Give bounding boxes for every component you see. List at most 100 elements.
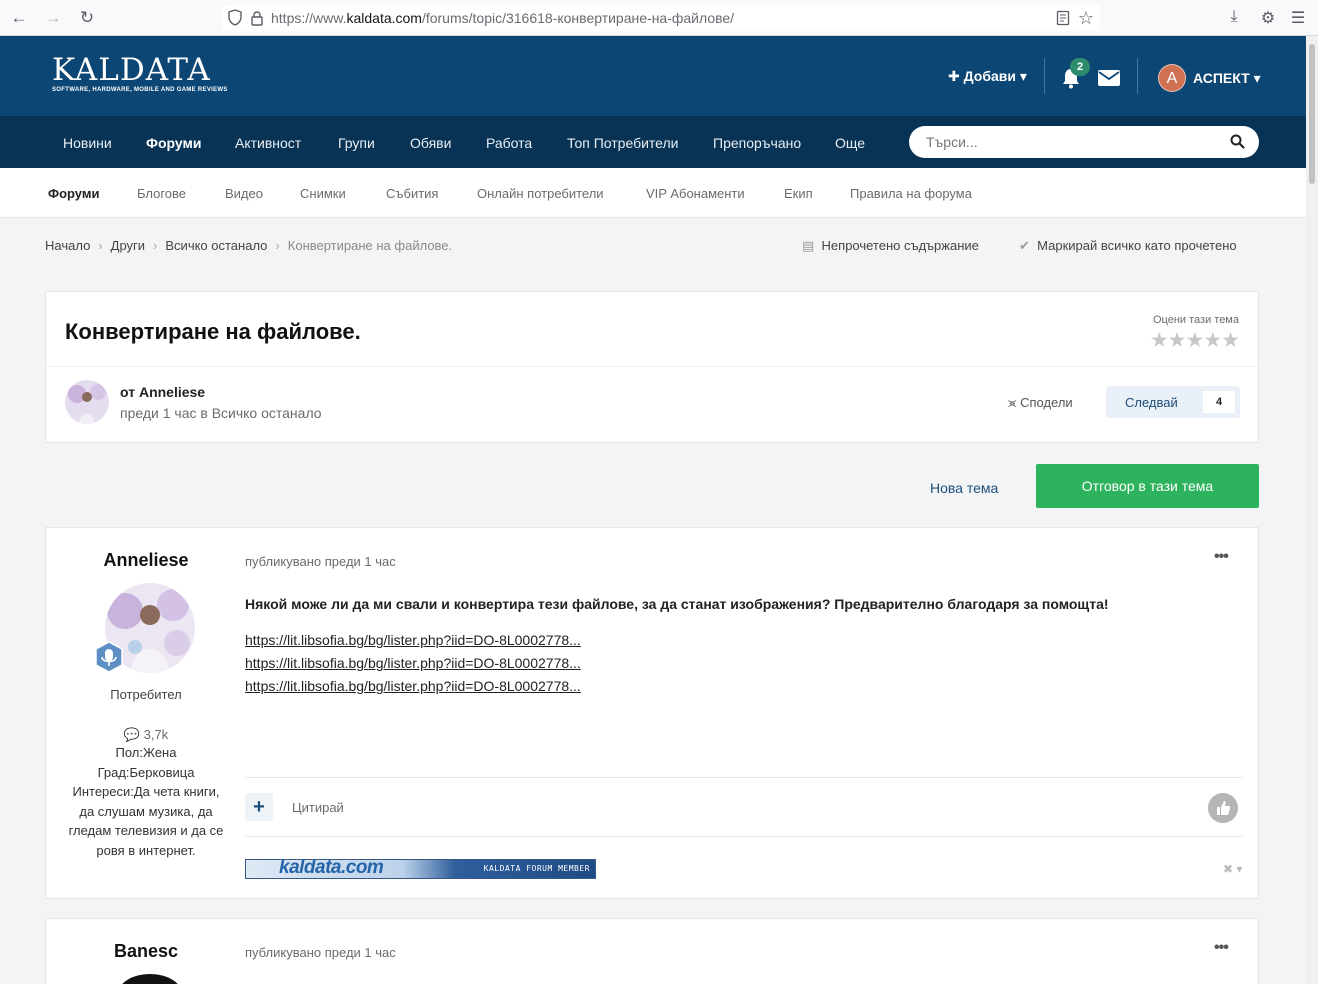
page-scrollbar[interactable] (1306, 36, 1318, 984)
menu-icon[interactable]: ☰ (1288, 8, 1308, 28)
search-input[interactable]: Търси... (926, 134, 978, 150)
post-link[interactable]: https://lit.libsofia.bg/bg/lister.php?ii… (245, 678, 581, 694)
nav-item-news[interactable]: Новини (63, 135, 112, 151)
breadcrumb-everything-else[interactable]: Всичко останало (165, 238, 267, 253)
nav-item-forums[interactable]: Форуми (146, 135, 201, 151)
divider (245, 777, 1243, 778)
nav-item-jobs[interactable]: Работа (486, 135, 532, 151)
breadcrumb-home[interactable]: Начало (45, 238, 90, 253)
mark-all-read-link[interactable]: ✔ Маркирай всичко като прочетено (1019, 238, 1237, 254)
reload-icon[interactable]: ↻ (77, 8, 97, 28)
breadcrumb-other[interactable]: Други (111, 238, 145, 253)
profile-field-city: Град:Берковица (97, 764, 195, 780)
rating-label: Оцени тази тема (1153, 314, 1239, 326)
share-button[interactable]: ⪤ Сподели (1008, 395, 1073, 411)
post-link[interactable]: https://lit.libsofia.bg/bg/lister.php?ii… (245, 632, 581, 648)
follow-label: Следвай (1125, 395, 1178, 410)
signature-close-icon[interactable]: ✖ ▾ (1223, 862, 1242, 876)
primary-nav: Новини Форуми Активност Групи Обяви Рабо… (0, 116, 1306, 168)
more-options-icon[interactable]: ••• (1214, 548, 1229, 566)
new-topic-button[interactable]: Нова тема (930, 480, 998, 496)
downloads-icon[interactable]: ⤓ (1224, 8, 1244, 28)
post-author[interactable]: Anneliese (46, 550, 246, 571)
subnav-item-photos[interactable]: Снимки (300, 186, 346, 201)
nav-item-ads[interactable]: Обяви (410, 135, 451, 151)
browser-toolbar: ← → ↻ https://www.kaldata.com/forums/top… (0, 0, 1318, 36)
logo-tagline: SOFTWARE, HARDWARE, MOBILE AND GAME REVI… (52, 87, 228, 93)
reader-view-icon[interactable] (1056, 10, 1070, 26)
search-icon[interactable] (1230, 134, 1245, 149)
more-options-icon[interactable]: ••• (1214, 939, 1229, 957)
extensions-icon[interactable]: ⚙ (1258, 8, 1278, 28)
thumbs-up-icon[interactable] (1208, 793, 1238, 823)
address-bar[interactable]: https://www.kaldata.com/forums/topic/316… (222, 5, 1100, 31)
nav-item-groups[interactable]: Групи (338, 135, 375, 151)
subnav-item-vip[interactable]: VIP Абонаменти (646, 186, 745, 201)
url-text[interactable]: https://www.kaldata.com/forums/topic/316… (271, 10, 734, 26)
forum-post: Banesc публикувано преди 1 час ••• (45, 918, 1259, 984)
page-title: Конвертиране на файлове. (65, 319, 361, 344)
topic-header-card: Конвертиране на файлове. Оцени тази тема… (45, 291, 1259, 443)
nav-item-recommended[interactable]: Препоръчано (713, 135, 801, 151)
breadcrumb-current: Конвертиране на файлове. (287, 238, 453, 253)
post-body: Някой може ли да ми свали и конвертира т… (245, 596, 1109, 612)
subnav-item-forums[interactable]: Форуми (48, 186, 99, 201)
signature-banner: kaldata.com KALDATA FORUM MEMBER (245, 857, 596, 879)
nav-item-activity[interactable]: Активност (235, 135, 301, 151)
quote-button[interactable]: Цитирай (292, 800, 344, 815)
unread-content-link[interactable]: ▤ Непрочетено съдържание (802, 238, 979, 254)
subnav-item-rules[interactable]: Правила на форума (850, 186, 972, 201)
topic-meta: преди 1 час в Всичко останало (120, 405, 322, 421)
search-box[interactable]: Търси... (909, 126, 1259, 158)
subnav-item-events[interactable]: Събития (386, 186, 438, 201)
scrollbar-thumb[interactable] (1309, 44, 1315, 184)
header-divider (1044, 58, 1045, 94)
multiquote-plus-button[interactable]: + (245, 793, 273, 821)
comment-icon: 💬 (123, 727, 140, 742)
rating-stars[interactable]: ★★★★★ (1150, 328, 1240, 353)
site-logo[interactable]: KALDATA SOFTWARE, HARDWARE, MOBILE AND G… (52, 54, 228, 93)
follower-count: 4 (1203, 391, 1235, 413)
envelope-icon[interactable] (1098, 70, 1120, 86)
notification-badge: 2 (1070, 58, 1090, 76)
nav-item-top-users[interactable]: Топ Потребители (567, 135, 679, 151)
subnav-item-team[interactable]: Екип (784, 186, 813, 201)
topic-author[interactable]: от Anneliese (120, 384, 205, 400)
post-author-avatar[interactable] (118, 974, 182, 984)
chevron-right-icon: › (98, 238, 103, 253)
post-date[interactable]: публикувано преди 1 час (245, 554, 396, 569)
profile-field-interests: Интереси:Да чета книги, да слушам музика… (68, 784, 224, 858)
user-avatar[interactable]: A (1158, 64, 1186, 92)
lock-icon[interactable] (250, 10, 264, 26)
follow-button[interactable]: Следвай 4 (1106, 386, 1240, 418)
profile-field-gender: Пол:Жена (115, 745, 177, 760)
user-group: Потребител (110, 687, 182, 702)
check-icon: ✔ (1019, 238, 1030, 253)
header-divider (1137, 58, 1138, 94)
divider (245, 836, 1243, 837)
add-menu-button[interactable]: ✚ Добави ▾ (948, 68, 1027, 85)
forum-post: Anneliese Потребител 💬 3,7k Пол:Жена Гра… (45, 527, 1259, 899)
author-avatar[interactable] (65, 380, 109, 424)
avatar-image (65, 380, 109, 424)
back-arrow-icon[interactable]: ← (9, 8, 29, 28)
shield-icon[interactable] (228, 9, 242, 26)
reply-button[interactable]: Отговор в тази тема (1036, 464, 1259, 508)
bookmark-star-icon[interactable]: ☆ (1078, 8, 1094, 29)
nav-item-more[interactable]: Още (835, 135, 865, 151)
newspaper-icon: ▤ (802, 238, 815, 253)
post-date[interactable]: публикувано преди 1 час (245, 945, 396, 960)
subnav-item-blogs[interactable]: Блогове (137, 186, 186, 201)
post-link[interactable]: https://lit.libsofia.bg/bg/lister.php?ii… (245, 655, 581, 671)
logo-text: KALDATA (52, 52, 211, 88)
post-author[interactable]: Banesc (46, 941, 246, 962)
subnav-item-video[interactable]: Видео (225, 186, 263, 201)
signature-logo: kaldata.com (279, 857, 384, 878)
divider (46, 366, 1258, 367)
user-menu-button[interactable]: АСПЕКТ ▾ (1193, 70, 1261, 87)
chevron-right-icon: › (275, 238, 280, 253)
subnav-item-online-users[interactable]: Онлайн потребители (477, 186, 604, 201)
forward-arrow-icon[interactable]: → (43, 8, 63, 28)
post-count: 💬 3,7k (123, 727, 169, 742)
secondary-nav: Форуми Блогове Видео Снимки Събития Онла… (0, 168, 1306, 218)
